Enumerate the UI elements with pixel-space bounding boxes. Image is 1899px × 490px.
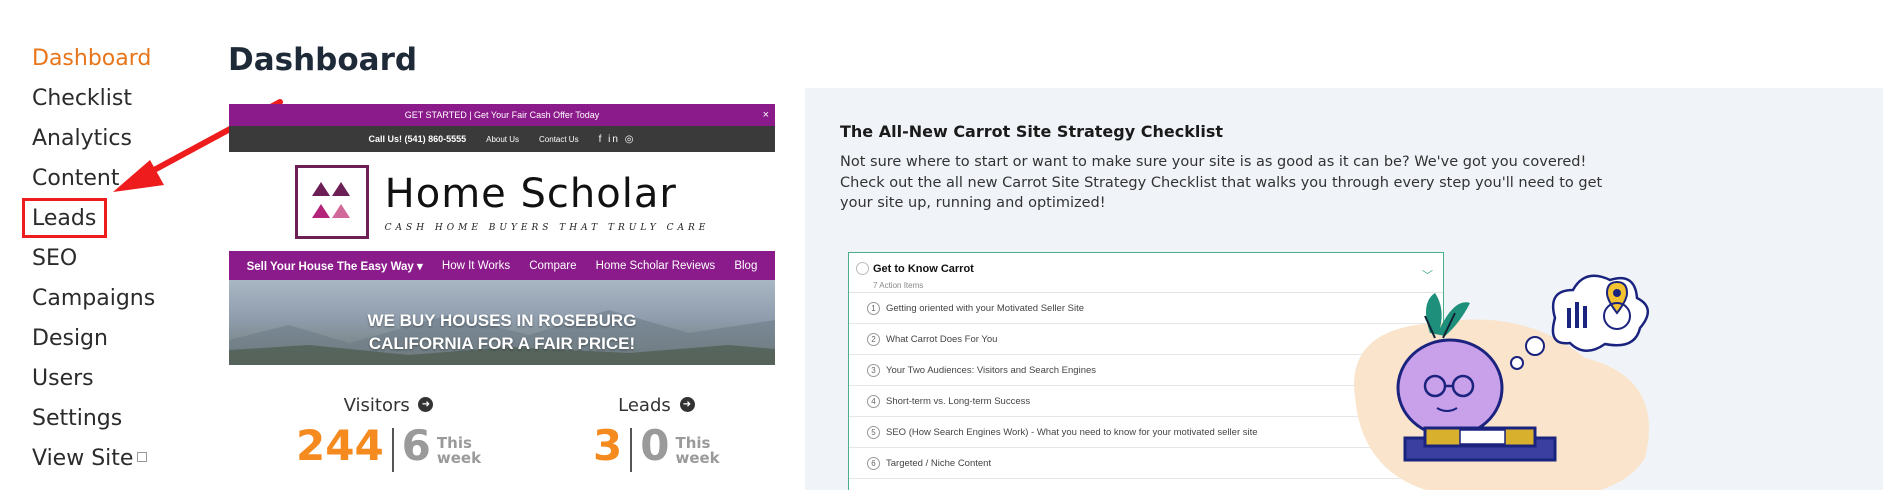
preview-contact-link: Contact Us bbox=[539, 134, 579, 144]
leads-stat: Leads ➜ 3 0 This week bbox=[593, 395, 720, 472]
divider bbox=[630, 428, 633, 472]
leads-total: 3 bbox=[593, 421, 623, 470]
visitors-label: Visitors bbox=[343, 395, 410, 416]
leads-label: Leads bbox=[618, 395, 671, 416]
sidebar-item-design[interactable]: Design bbox=[32, 322, 182, 362]
checkbox-circle-icon bbox=[856, 262, 869, 275]
week-label: week bbox=[436, 449, 482, 467]
preview-nav-item: Home Scholar Reviews bbox=[595, 259, 716, 272]
item-number: 5 bbox=[867, 425, 880, 439]
this-week-label: This week bbox=[437, 436, 481, 472]
item-text: Your Two Audiences: Visitors and Search … bbox=[886, 364, 1097, 376]
item-text: What Carrot Does For You bbox=[886, 333, 998, 345]
home-scholar-logo-icon bbox=[294, 164, 369, 239]
item-number: 6 bbox=[867, 456, 880, 470]
sidebar-item-content[interactable]: Content bbox=[32, 162, 182, 202]
sidebar-item-leads[interactable]: Leads bbox=[32, 202, 182, 242]
sidebar-item-view-site[interactable]: View Site bbox=[32, 442, 182, 482]
preview-hero-line2: CALIFORNIA FOR A FAIR PRICE! bbox=[368, 334, 636, 353]
item-number: 2 bbox=[867, 332, 880, 346]
leads-link[interactable]: Leads ➜ bbox=[593, 395, 720, 416]
preview-nav-item: Blog bbox=[734, 259, 758, 272]
sidebar-item-checklist[interactable]: Checklist bbox=[32, 82, 182, 122]
preview-logo: Home Scholar CASH HOME BUYERS THAT TRULY… bbox=[229, 152, 775, 251]
arrow-right-circle-icon: ➜ bbox=[418, 396, 434, 412]
item-number: 1 bbox=[867, 301, 880, 315]
card-title: The All-New Carrot Site Strategy Checkli… bbox=[840, 122, 1223, 141]
preview-hero: WE BUY HOUSES IN ROSEBURG CALIFORNIA FOR… bbox=[229, 280, 775, 365]
visitors-stat: Visitors ➜ 244 6 This week bbox=[296, 395, 481, 472]
item-text: Short-term vs. Long-term Success bbox=[886, 395, 1031, 407]
preview-call-text: Call Us! (541) 860-5555 bbox=[368, 134, 467, 144]
close-icon: × bbox=[762, 109, 769, 121]
sidebar-nav: Dashboard Checklist Analytics Content Le… bbox=[32, 42, 182, 482]
sidebar-item-view-site-label: View Site bbox=[32, 446, 134, 471]
card-description: Not sure where to start or want to make … bbox=[840, 154, 1603, 211]
visitors-link[interactable]: Visitors ➜ bbox=[296, 395, 481, 416]
divider bbox=[391, 428, 394, 472]
carrot-mascot-illustration-icon bbox=[1354, 274, 1649, 490]
item-text: Targeted / Niche Content bbox=[886, 457, 992, 469]
visitors-week-count: 6 bbox=[401, 421, 431, 470]
page-title: Dashboard bbox=[228, 42, 418, 78]
preview-contact-bar: Call Us! (541) 860-5555 About Us Contact… bbox=[229, 126, 775, 152]
preview-top-banner: GET STARTED | Get Your Fair Cash Offer T… bbox=[229, 104, 775, 126]
item-number: 3 bbox=[867, 363, 880, 377]
preview-nav-item: Compare bbox=[529, 259, 577, 272]
visitors-total: 244 bbox=[296, 421, 384, 470]
preview-nav: Sell Your House The Easy Way ▾ How It Wo… bbox=[229, 251, 775, 280]
sidebar-item-analytics[interactable]: Analytics bbox=[32, 122, 182, 162]
week-label: week bbox=[675, 449, 720, 467]
preview-brand-name: Home Scholar bbox=[384, 170, 677, 217]
sidebar-item-campaigns[interactable]: Campaigns bbox=[32, 282, 182, 322]
leads-week-count: 0 bbox=[640, 421, 670, 470]
this-week-label: This week bbox=[675, 436, 719, 472]
sidebar-item-users[interactable]: Users bbox=[32, 362, 182, 402]
item-text: SEO (How Search Engines Work) - What you… bbox=[886, 426, 1258, 438]
site-preview[interactable]: GET STARTED | Get Your Fair Cash Offer T… bbox=[229, 104, 775, 365]
preview-tagline: CASH HOME BUYERS THAT TRULY CARE bbox=[384, 222, 710, 233]
item-text: Getting oriented with your Motivated Sel… bbox=[886, 302, 1085, 314]
checklist-promo-card[interactable]: The All-New Carrot Site Strategy Checkli… bbox=[805, 88, 1883, 490]
social-icons: f in ◎ bbox=[598, 133, 636, 145]
sidebar-item-dashboard[interactable]: Dashboard bbox=[32, 42, 182, 82]
preview-nav-item: Sell Your House The Easy Way ▾ bbox=[246, 260, 423, 273]
preview-banner-text: GET STARTED | Get Your Fair Cash Offer T… bbox=[404, 110, 600, 120]
sidebar-item-settings[interactable]: Settings bbox=[32, 402, 182, 442]
external-link-icon bbox=[137, 452, 148, 462]
preview-about-link: About Us bbox=[486, 134, 520, 144]
arrow-right-circle-icon: ➜ bbox=[679, 396, 695, 412]
preview-nav-item: How It Works bbox=[441, 259, 511, 272]
sidebar-item-seo[interactable]: SEO bbox=[32, 242, 182, 282]
preview-hero-line1: WE BUY HOUSES IN ROSEBURG bbox=[367, 311, 637, 330]
item-number: 4 bbox=[867, 394, 880, 408]
